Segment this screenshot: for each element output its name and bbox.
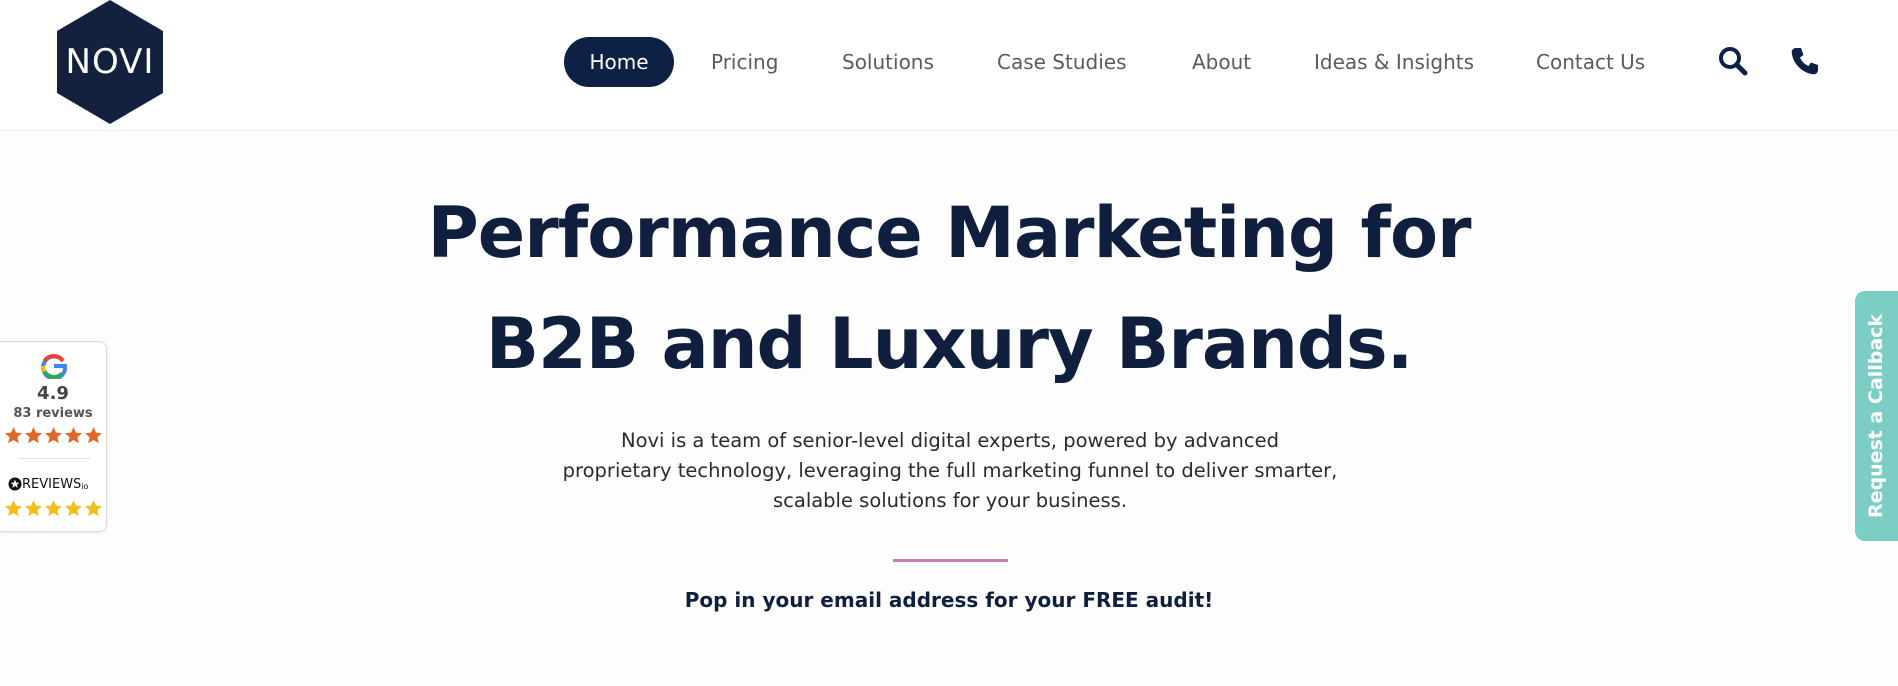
reviewsio-star-icon [8,477,22,491]
hero-subtitle: Novi is a team of senior-level digital e… [540,426,1360,516]
google-stars [4,426,104,445]
novi-logo[interactable]: NOVI [53,0,167,124]
hero-subtitle-line-2: proprietary technology, leveraging the f… [562,459,1338,482]
request-callback-tab[interactable]: Request a Callback [1855,291,1898,541]
phone-icon[interactable] [1789,45,1821,77]
star-icon [64,426,83,444]
nav-ideas-insights[interactable]: Ideas & Insights [1314,37,1474,87]
nav-solutions[interactable]: Solutions [842,37,934,87]
reviewsio-stars [4,499,104,518]
reviewsio-suffix: io [81,481,89,491]
star-icon [84,426,103,444]
star-icon [4,426,23,444]
site-header: NOVI Home Pricing Solutions Case Studies… [0,0,1898,131]
hero-subtitle-line-1: Novi is a team of senior-level digital e… [620,429,1279,452]
request-callback-label: Request a Callback [1865,313,1887,519]
reviewsio-label: REVIEWS [22,476,82,492]
star-icon [64,499,83,517]
nav-pricing[interactable]: Pricing [711,37,778,87]
nav-about[interactable]: About [1192,37,1251,87]
star-icon [44,426,63,444]
hero-title-line-2: B2B and Luxury Brands. [485,303,1414,385]
google-review-count: 83 reviews [13,406,93,421]
nav-case-studies[interactable]: Case Studies [997,37,1127,87]
nav-home[interactable]: Home [564,37,674,87]
star-icon [4,499,23,517]
google-icon [41,353,68,381]
star-icon [44,499,63,517]
audit-cta-text: Pop in your email address for your FREE … [684,588,1214,612]
google-rating: 4.9 [37,383,69,404]
star-icon [24,426,43,444]
reviews-widget[interactable]: 4.9 83 reviews REVIEWS io [0,341,107,532]
star-icon [24,499,43,517]
logo-text: NOVI [65,42,155,82]
reviews-divider [18,458,90,459]
hero-title-line-1: Performance Marketing for [427,192,1471,274]
reviewsio-logo: REVIEWS io [8,475,104,493]
star-icon [84,499,103,517]
search-icon[interactable] [1717,45,1749,77]
nav-contact-us[interactable]: Contact Us [1536,37,1645,87]
section-divider [893,559,1008,562]
hero-subtitle-line-3: scalable solutions for your business. [772,489,1127,512]
